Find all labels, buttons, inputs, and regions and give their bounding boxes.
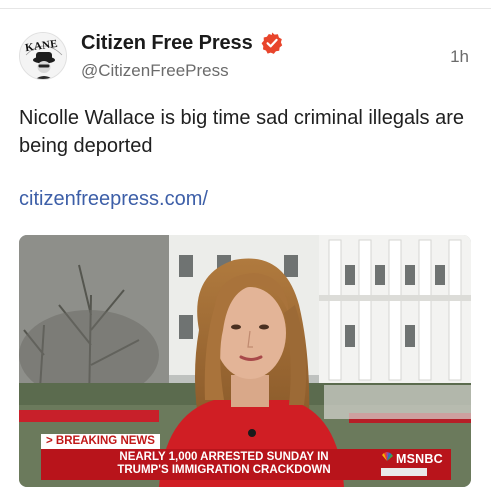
news-headline-line-2: TRUMP'S IMMIGRATION CRACKDOWN bbox=[117, 464, 331, 476]
network-name: MSNBC bbox=[396, 452, 443, 466]
network-logo: MSNBC bbox=[381, 452, 443, 466]
verified-badge-icon bbox=[260, 31, 284, 55]
breaking-news-label: > BREAKING NEWS bbox=[41, 434, 160, 449]
avatar[interactable]: KANE bbox=[19, 32, 67, 80]
network-live-bar bbox=[381, 468, 427, 476]
news-headline-line-1: NEARLY 1,000 ARRESTED SUNDAY IN bbox=[119, 451, 329, 463]
post-text: Nicolle Wallace is big time sad criminal… bbox=[19, 107, 464, 157]
author-display-name[interactable]: Citizen Free Press bbox=[81, 32, 253, 55]
news-headline: NEARLY 1,000 ARRESTED SUNDAY IN TRUMP'S … bbox=[109, 451, 339, 477]
post-media-image[interactable]: > BREAKING NEWS NEARLY 1,000 ARRESTED SU… bbox=[19, 235, 471, 487]
author-name-row: Citizen Free Press bbox=[81, 30, 284, 56]
post-timestamp: 1h bbox=[450, 47, 469, 66]
top-divider bbox=[0, 8, 491, 9]
author-handle[interactable]: @CitizenFreePress bbox=[81, 61, 229, 81]
peacock-icon bbox=[381, 452, 393, 464]
post-link[interactable]: citizenfreepress.com/ bbox=[19, 188, 208, 211]
